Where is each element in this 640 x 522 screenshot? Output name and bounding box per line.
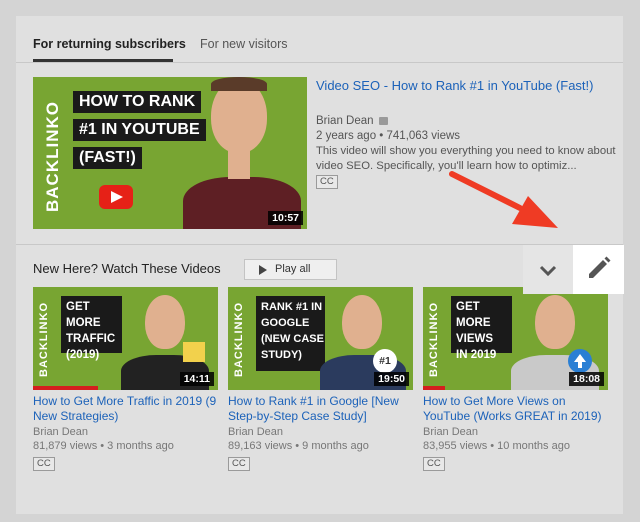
video-stats: 89,163 views • 9 months ago: [228, 440, 369, 452]
arrow-up-icon: [568, 349, 592, 373]
thumbnail-text-line: (2019): [66, 349, 100, 361]
cc-badge: CC: [423, 457, 445, 471]
thumbnail-text-line: GET MORE: [66, 301, 101, 329]
thumbnail-text-line: HOW TO RANK: [73, 91, 202, 113]
thumbnail-text-line: RANK #1 IN: [261, 301, 323, 313]
watch-progress: [423, 386, 445, 390]
video-thumbnail[interactable]: BACKLINKO GET MORE VIEWS IN 2019 18:08: [423, 287, 608, 390]
video-stats: 81,879 views • 3 months ago: [33, 440, 174, 452]
tab-bar: For returning subscribers For new visito…: [16, 16, 623, 63]
video-title[interactable]: How to Get More Traffic in 2019 (9 New S…: [33, 394, 223, 424]
thumbnail-brand: BACKLINKO: [43, 101, 62, 212]
channel-name[interactable]: Brian Dean: [423, 425, 478, 440]
video-duration: 14:11: [179, 372, 214, 386]
edit-section-button[interactable]: [573, 245, 624, 294]
featured-channel-name[interactable]: Brian Dean: [316, 114, 388, 129]
video-thumbnail[interactable]: BACKLINKO RANK #1 IN GOOGLE (NEW CASE ST…: [228, 287, 413, 390]
channel-name[interactable]: Brian Dean: [228, 425, 283, 440]
play-icon: [259, 265, 267, 275]
pencil-icon: [589, 256, 611, 278]
thumbnail-text-line: VIEWS: [456, 333, 494, 345]
thumbnail-brand: BACKLINKO: [428, 302, 440, 377]
thumbnail-text-box: RANK #1 IN GOOGLE (NEW CASE STUDY): [256, 296, 325, 371]
video-thumbnail[interactable]: BACKLINKO GET MORE TRAFFIC (2019) 14:11: [33, 287, 218, 390]
featured-video-title[interactable]: Video SEO - How to Rank #1 in YouTube (F…: [316, 77, 606, 95]
thumbnail-text-box: GET MORE TRAFFIC (2019): [61, 296, 122, 361]
tab-returning-subscribers[interactable]: For returning subscribers: [33, 37, 186, 51]
cc-badge: CC: [33, 457, 55, 471]
thumbnail-text-line: (FAST!): [73, 147, 142, 169]
video-duration: 10:57: [268, 211, 303, 225]
verified-icon: [378, 116, 388, 125]
video-stats: 83,955 views • 10 months ago: [423, 440, 570, 452]
chart-icon: [183, 342, 205, 362]
thumbnail-text-line: #1 IN YOUTUBE: [73, 119, 206, 141]
section-title[interactable]: New Here? Watch These Videos: [33, 261, 221, 276]
collapse-section-button[interactable]: [523, 245, 573, 294]
featured-description: This video will show you everything you …: [316, 145, 616, 172]
featured-stats: 2 years ago • 741,063 views: [316, 130, 461, 142]
play-icon: [99, 185, 133, 209]
play-all-button[interactable]: Play all: [244, 259, 337, 280]
watch-progress: [33, 386, 98, 390]
chevron-down-icon: [539, 265, 557, 277]
thumbnail-text-line: GOOGLE: [261, 317, 310, 329]
video-title[interactable]: How to Get More Views on YouTube (Works …: [423, 394, 613, 424]
thumbnail-text-line: STUDY): [261, 349, 302, 361]
video-duration: 19:50: [374, 372, 409, 386]
channel-name: Brian Dean: [316, 115, 374, 127]
active-tab-indicator: [33, 59, 173, 62]
channel-name[interactable]: Brian Dean: [33, 425, 88, 440]
thumbnail-text-box: GET MORE VIEWS IN 2019: [451, 296, 512, 361]
thumbnail-text-line: (NEW CASE: [261, 333, 324, 345]
thumbnail-text-line: TRAFFIC: [66, 333, 116, 345]
thumbnail-text-line: GET MORE: [456, 301, 491, 329]
thumbnail-text-line: IN 2019: [456, 349, 497, 361]
tab-new-visitors[interactable]: For new visitors: [200, 37, 288, 51]
play-all-label: Play all: [275, 263, 311, 275]
video-duration: 18:08: [569, 372, 604, 386]
cc-badge: CC: [316, 175, 338, 189]
video-title[interactable]: How to Rank #1 in Google [New Step-by-St…: [228, 394, 418, 424]
cc-badge: CC: [228, 457, 250, 471]
rank-badge: #1: [373, 349, 397, 373]
featured-video-thumbnail[interactable]: BACKLINKO HOW TO RANK #1 IN YOUTUBE (FAS…: [33, 77, 307, 229]
thumbnail-brand: BACKLINKO: [233, 302, 245, 377]
thumbnail-brand: BACKLINKO: [38, 302, 50, 377]
